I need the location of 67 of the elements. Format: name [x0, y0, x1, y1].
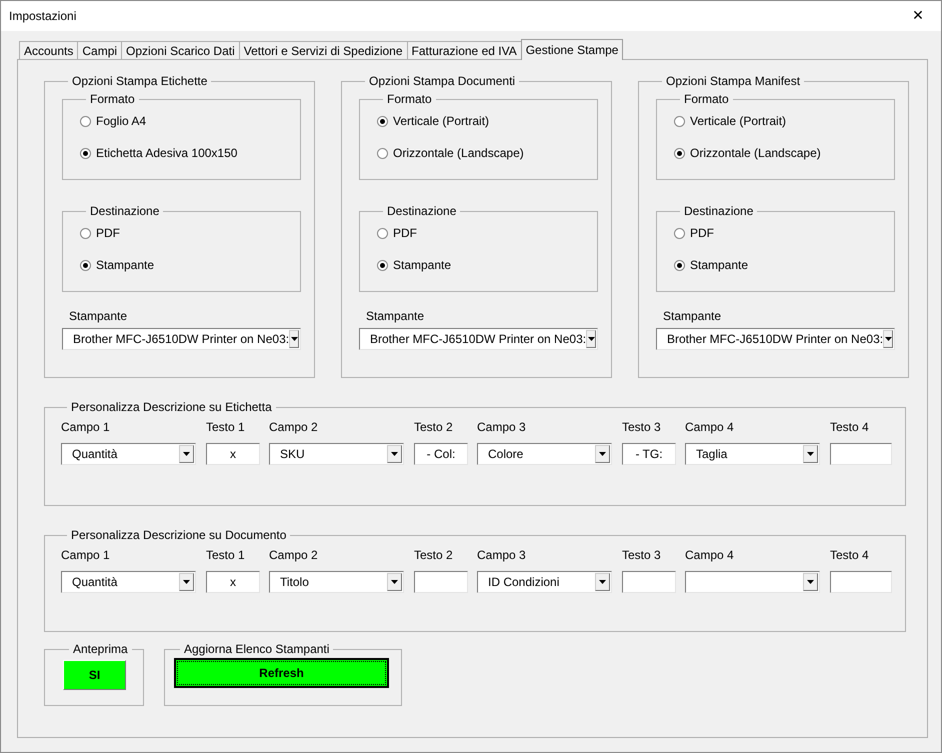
printer-dropdown[interactable]: Brother MFC-J6510DW Printer on Ne03:: [62, 328, 301, 350]
tab[interactable]: Vettori e Servizi di Spedizione: [238, 41, 408, 59]
dropdown-field[interactable]: SKU: [269, 443, 404, 465]
tab[interactable]: Gestione Stampe: [520, 39, 624, 60]
field-label: Campo 2: [269, 548, 319, 563]
radio-label[interactable]: Orizzontale (Landscape): [393, 146, 524, 160]
group-title: Anteprima: [72, 642, 129, 656]
radio-label[interactable]: Verticale (Portrait): [690, 114, 786, 128]
field-label: Testo 3: [622, 548, 662, 563]
field-label: Testo 1: [206, 420, 246, 435]
group-title: Destinazione: [683, 204, 754, 218]
group-title: Opzioni Stampa Documenti: [368, 74, 516, 88]
group-title: Aggiorna Elenco Stampanti: [183, 642, 330, 656]
radio-label[interactable]: Etichetta Adesiva 100x150: [96, 146, 238, 160]
field-label: Testo 4: [830, 548, 870, 563]
printer-dropdown[interactable]: Brother MFC-J6510DW Printer on Ne03:: [656, 328, 895, 350]
field-label: Campo 3: [477, 420, 527, 435]
group-title: Formato: [683, 92, 730, 106]
radio-label[interactable]: PDF: [96, 226, 120, 240]
printer-dropdown[interactable]: Brother MFC-J6510DW Printer on Ne03:: [359, 328, 598, 350]
group-title: Personalizza Descrizione su Etichetta: [70, 400, 273, 414]
dropdown-field[interactable]: Colore: [477, 443, 612, 465]
group-title: Destinazione: [89, 204, 160, 218]
field-label: Testo 2: [414, 420, 454, 435]
dropdown-field[interactable]: Quantità: [61, 443, 196, 465]
group-title: Destinazione: [386, 204, 458, 218]
input-field[interactable]: - TG:: [622, 443, 676, 465]
field-label: Campo 2: [269, 420, 319, 435]
field-label: Stampante: [663, 309, 722, 323]
input-field[interactable]: x: [206, 443, 260, 465]
group-title: Formato: [386, 92, 433, 106]
field-label: Campo 4: [685, 420, 735, 435]
radio-label[interactable]: Stampante: [96, 258, 154, 272]
dropdown-field[interactable]: Titolo: [269, 571, 404, 593]
dropdown-field[interactable]: Quantità: [61, 571, 196, 593]
radio-label[interactable]: Foglio A4: [96, 114, 146, 128]
group-title: Opzioni Stampa Etichette: [71, 74, 208, 88]
group-title: Opzioni Stampa Manifest: [665, 74, 802, 88]
input-field[interactable]: x: [206, 571, 260, 593]
tab[interactable]: Accounts: [19, 41, 78, 59]
close-button[interactable]: ✕: [895, 1, 941, 31]
input-field[interactable]: - Col:: [414, 443, 468, 465]
group-title: Personalizza Descrizione su Documento: [70, 528, 288, 542]
group-title: Formato: [89, 92, 136, 106]
field-label: Testo 2: [414, 548, 454, 563]
field-label: Testo 4: [830, 420, 870, 435]
radio-label[interactable]: PDF: [690, 226, 714, 240]
preview-button[interactable]: SI: [63, 660, 126, 690]
field-label: Campo 3: [477, 548, 527, 563]
field-label: Campo 1: [61, 420, 111, 435]
window-title: Impostazioni: [9, 9, 76, 23]
field-label: Stampante: [69, 309, 128, 323]
field-label: Testo 3: [622, 420, 662, 435]
field-label: Campo 1: [61, 548, 111, 563]
radio-label[interactable]: PDF: [393, 226, 417, 240]
dropdown-field[interactable]: Taglia: [685, 443, 820, 465]
refresh-button[interactable]: Refresh: [174, 658, 389, 688]
tab[interactable]: Campi: [77, 41, 122, 59]
radio-label[interactable]: Orizzontale (Landscape): [690, 146, 821, 160]
field-label: Campo 4: [685, 548, 735, 563]
field-label: Stampante: [366, 309, 426, 323]
radio-label[interactable]: Stampante: [690, 258, 748, 272]
dropdown-field[interactable]: ID Condizioni: [477, 571, 612, 593]
radio-label[interactable]: Verticale (Portrait): [393, 114, 490, 128]
field-label: Testo 1: [206, 548, 246, 563]
radio-label[interactable]: Stampante: [393, 258, 452, 272]
tab[interactable]: Opzioni Scarico Dati: [121, 41, 240, 59]
